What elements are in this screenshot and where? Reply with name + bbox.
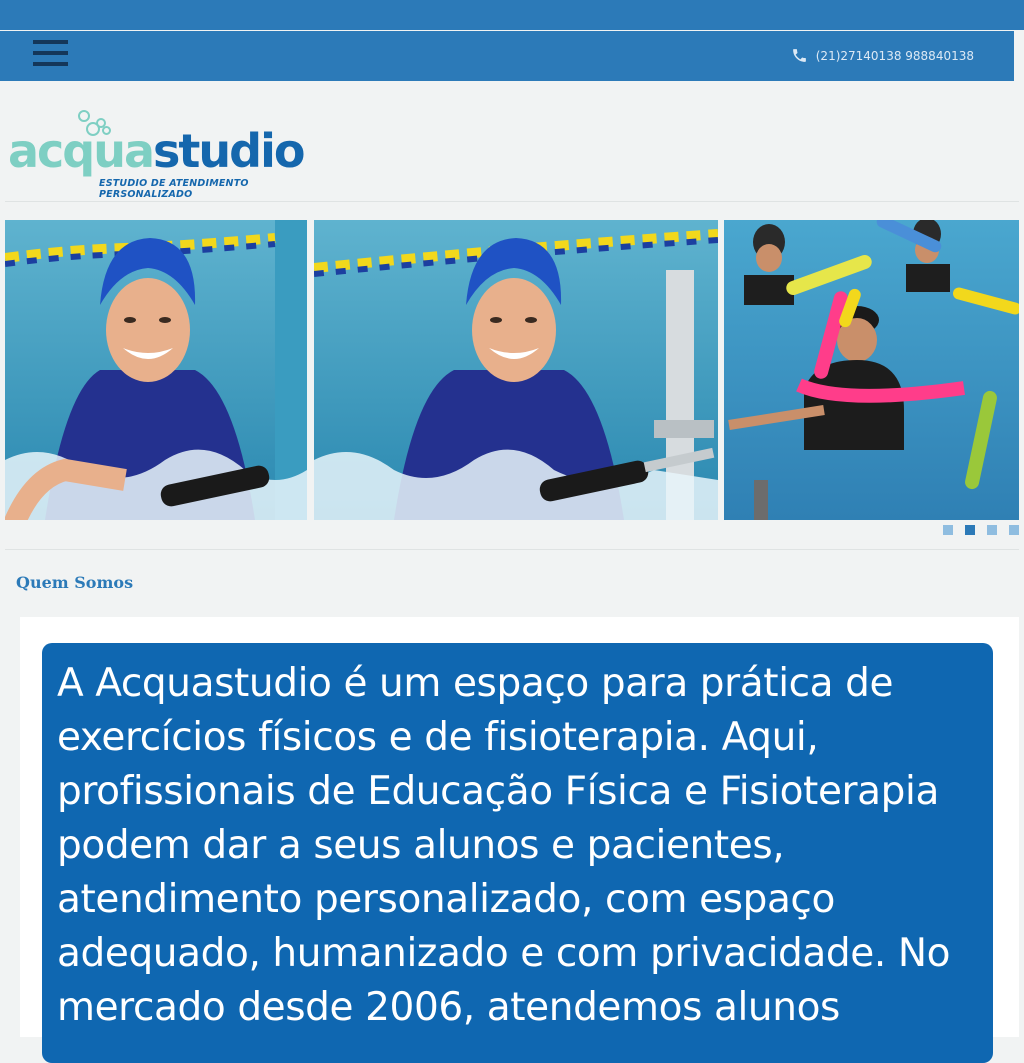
slide-image-aqua-therapy [724, 220, 1019, 520]
logo-tagline: ESTUDIO DE ATENDIMENTO PERSONALIZADO [99, 178, 249, 200]
phone-contact[interactable]: (21)27140138 988840138 [791, 47, 974, 64]
slider-dot-4[interactable] [1009, 525, 1019, 535]
section-title: Quem Somos [16, 573, 134, 592]
phone-number: (21)27140138 988840138 [815, 48, 974, 63]
divider [5, 549, 1019, 550]
slide-image-swimmer [5, 220, 307, 520]
logo-name-part2: studio [153, 124, 305, 178]
slider-dot-3[interactable] [987, 525, 997, 535]
divider [5, 201, 1019, 202]
about-box: A Acquastudio é um espaço para prática d… [42, 643, 993, 1063]
hamburger-menu-icon[interactable] [33, 40, 68, 66]
slider-dot-2[interactable] [965, 525, 975, 535]
logo-name-part1: acqua [8, 124, 155, 178]
site-logo[interactable]: acquastudio ESTUDIO DE ATENDIMENTO PERSO… [8, 108, 308, 200]
image-slider[interactable] [5, 220, 1019, 520]
about-text: A Acquastudio é um espaço para prática d… [57, 661, 951, 1030]
logo-wordmark: acquastudio [8, 124, 305, 178]
slide-image-swimmer-rail [314, 220, 718, 520]
phone-icon [792, 49, 806, 62]
top-strip [0, 0, 1024, 30]
top-navbar: (21)27140138 988840138 [0, 31, 1014, 81]
slider-dot-1[interactable] [943, 525, 953, 535]
slider-pagination [943, 525, 1019, 535]
logo-bubble [78, 110, 90, 122]
